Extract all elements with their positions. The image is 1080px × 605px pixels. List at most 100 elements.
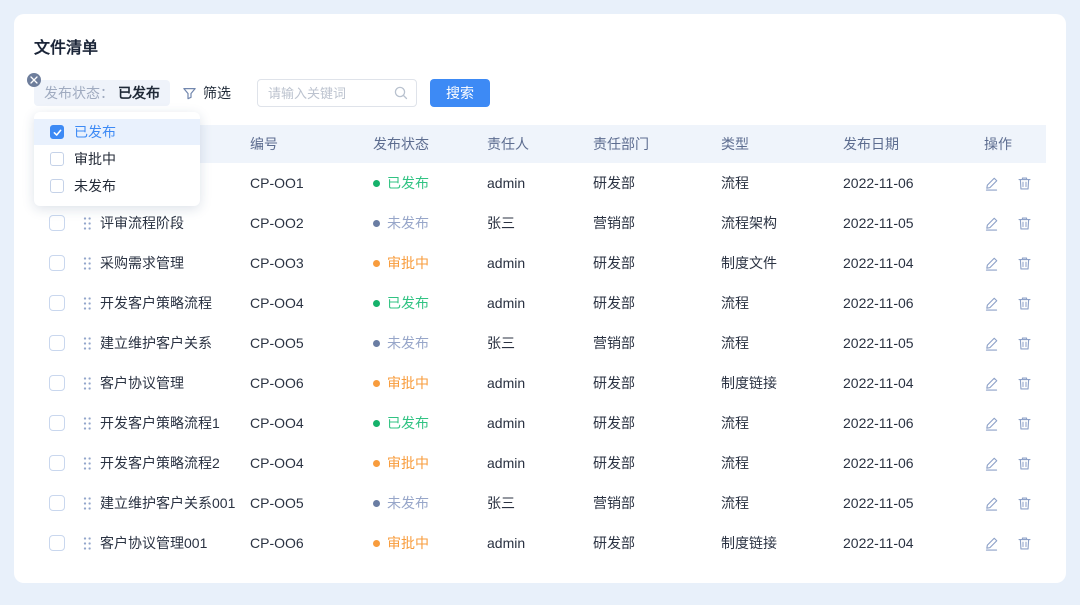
edit-pencil-icon — [984, 456, 999, 471]
delete-button[interactable] — [1017, 456, 1032, 471]
cell-status: 审批中 — [373, 373, 487, 393]
delete-button[interactable] — [1017, 416, 1032, 431]
dropdown-option[interactable]: 未发布 — [34, 173, 200, 199]
row-checkbox[interactable] — [49, 495, 65, 511]
edit-button[interactable] — [984, 256, 999, 271]
edit-button[interactable] — [984, 336, 999, 351]
trash-icon — [1017, 256, 1032, 271]
delete-button[interactable] — [1017, 496, 1032, 511]
toolbar: 发布状态： 已发布 筛选 搜索 已发布 审批中 未发布 — [34, 79, 1046, 107]
drag-handle-icon[interactable] — [82, 416, 92, 431]
row-checkbox[interactable] — [49, 255, 65, 271]
file-name: 采购需求管理 — [100, 253, 184, 273]
drag-handle-icon[interactable] — [82, 496, 92, 511]
edit-pencil-icon — [984, 296, 999, 311]
cell-select — [34, 535, 82, 551]
remove-filter-button[interactable] — [27, 73, 41, 87]
file-name: 建立维护客户关系 — [100, 333, 212, 353]
option-label: 未发布 — [74, 176, 116, 196]
delete-button[interactable] — [1017, 376, 1032, 391]
cell-select — [34, 335, 82, 351]
cell-operations — [984, 256, 1046, 271]
cell-status: 未发布 — [373, 333, 487, 353]
option-checkbox[interactable] — [50, 179, 64, 193]
row-checkbox[interactable] — [49, 375, 65, 391]
edit-button[interactable] — [984, 456, 999, 471]
status-filter-tag[interactable]: 发布状态： 已发布 — [34, 80, 170, 106]
file-type: 流程 — [721, 173, 843, 193]
responsible-department: 研发部 — [593, 453, 721, 473]
row-checkbox[interactable] — [49, 295, 65, 311]
cell-status: 审批中 — [373, 453, 487, 473]
page-title: 文件清单 — [34, 14, 1046, 58]
status-label: 未发布 — [387, 213, 429, 233]
cell-select — [34, 455, 82, 471]
responsible-person: admin — [487, 535, 593, 551]
status-label: 审批中 — [387, 453, 429, 473]
option-checkbox[interactable] — [50, 152, 64, 166]
drag-handle-icon[interactable] — [82, 336, 92, 351]
delete-button[interactable] — [1017, 536, 1032, 551]
column-header-8: 发布日期 — [843, 134, 984, 154]
search-input[interactable] — [257, 79, 417, 107]
row-checkbox[interactable] — [49, 455, 65, 471]
responsible-person: admin — [487, 255, 593, 271]
delete-button[interactable] — [1017, 176, 1032, 191]
edit-button[interactable] — [984, 216, 999, 231]
filter-button[interactable]: 筛选 — [182, 83, 231, 103]
drag-handle-icon[interactable] — [82, 296, 92, 311]
drag-handle-icon[interactable] — [82, 376, 92, 391]
trash-icon — [1017, 216, 1032, 231]
row-checkbox[interactable] — [49, 415, 65, 431]
funnel-icon — [182, 86, 197, 101]
trash-icon — [1017, 296, 1032, 311]
file-type: 流程 — [721, 293, 843, 313]
status-label: 已发布 — [387, 413, 429, 433]
publish-date: 2022-11-05 — [843, 495, 984, 511]
column-header-7: 类型 — [721, 134, 843, 154]
search-button[interactable]: 搜索 — [430, 79, 490, 107]
table-body: CP-OO1 已发布 admin 研发部 流程 2022-11-06 评审流程阶… — [34, 163, 1046, 563]
drag-handle-icon[interactable] — [82, 456, 92, 471]
cell-name: 建立维护客户关系001 — [82, 493, 250, 513]
drag-handle-icon[interactable] — [82, 256, 92, 271]
dropdown-option[interactable]: 审批中 — [34, 146, 200, 172]
responsible-department: 营销部 — [593, 493, 721, 513]
row-checkbox[interactable] — [49, 535, 65, 551]
responsible-department: 研发部 — [593, 173, 721, 193]
dropdown-option[interactable]: 已发布 — [34, 119, 200, 145]
delete-button[interactable] — [1017, 256, 1032, 271]
cell-operations — [984, 496, 1046, 511]
delete-button[interactable] — [1017, 216, 1032, 231]
drag-handle-icon[interactable] — [82, 536, 92, 551]
edit-button[interactable] — [984, 496, 999, 511]
trash-icon — [1017, 416, 1032, 431]
publish-date: 2022-11-04 — [843, 535, 984, 551]
status-label: 未发布 — [387, 493, 429, 513]
delete-button[interactable] — [1017, 336, 1032, 351]
cell-name: 建立维护客户关系 — [82, 333, 250, 353]
delete-button[interactable] — [1017, 296, 1032, 311]
publish-date: 2022-11-04 — [843, 255, 984, 271]
status-label: 审批中 — [387, 373, 429, 393]
table-row: 开发客户策略流程 CP-OO4 已发布 admin 研发部 流程 2022-11… — [34, 283, 1046, 323]
row-checkbox[interactable] — [49, 335, 65, 351]
edit-button[interactable] — [984, 176, 999, 191]
option-checkbox[interactable] — [50, 125, 64, 139]
responsible-person: 张三 — [487, 493, 593, 513]
edit-button[interactable] — [984, 376, 999, 391]
table-row: 开发客户策略流程1 CP-OO4 已发布 admin 研发部 流程 2022-1… — [34, 403, 1046, 443]
edit-button[interactable] — [984, 296, 999, 311]
file-type: 制度文件 — [721, 253, 843, 273]
option-label: 已发布 — [74, 122, 116, 142]
close-icon — [30, 76, 38, 84]
cell-select — [34, 415, 82, 431]
responsible-department: 研发部 — [593, 533, 721, 553]
edit-button[interactable] — [984, 416, 999, 431]
edit-button[interactable] — [984, 536, 999, 551]
drag-handle-icon[interactable] — [82, 216, 92, 231]
responsible-person: admin — [487, 295, 593, 311]
status-label: 已发布 — [387, 173, 429, 193]
row-checkbox[interactable] — [49, 215, 65, 231]
edit-pencil-icon — [984, 416, 999, 431]
